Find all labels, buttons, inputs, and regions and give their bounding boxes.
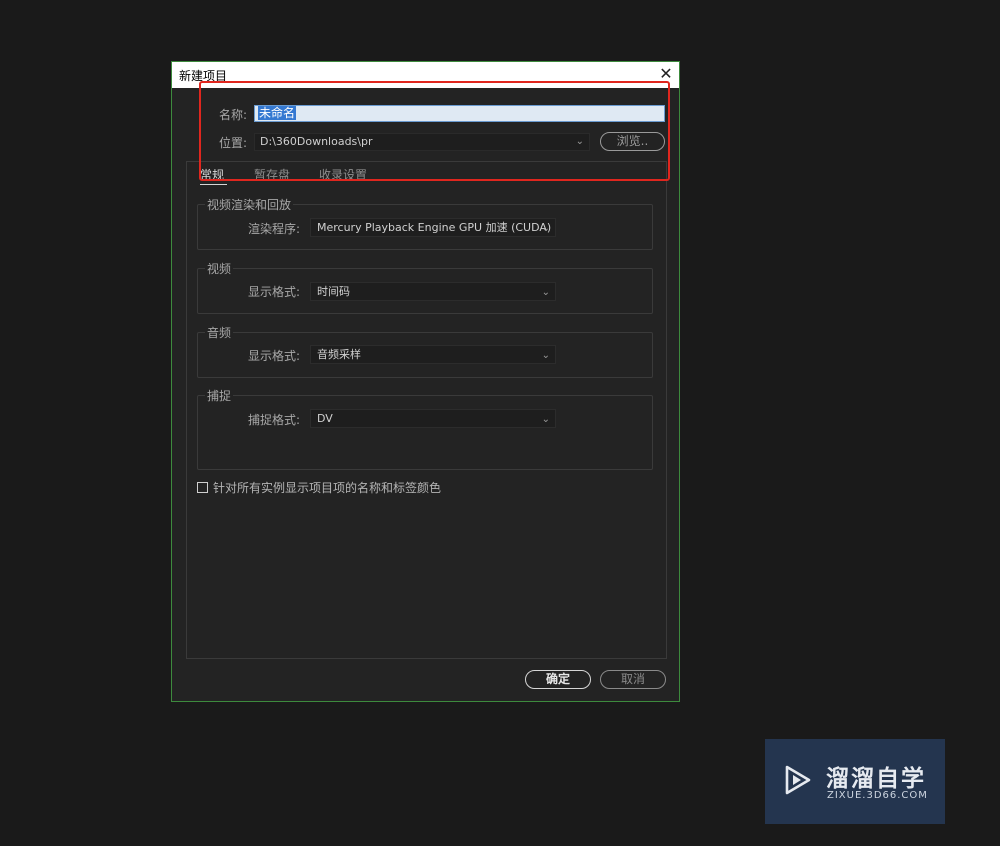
dialog-title: 新建项目 bbox=[179, 69, 228, 83]
location-value: D:\360Downloads\pr bbox=[260, 135, 373, 148]
name-label: 名称: bbox=[219, 108, 248, 122]
show-labels-option[interactable]: 针对所有实例显示项目项的名称和标签颜色 bbox=[197, 479, 441, 496]
capture-format-label: 捕捉格式: bbox=[248, 413, 301, 427]
audio-display-format-select[interactable]: 音频采样 ⌄ bbox=[310, 345, 556, 364]
watermark-logo: 溜溜自学 ZIXUE.3D66.COM bbox=[765, 739, 945, 824]
chevron-down-icon: ⌄ bbox=[541, 287, 550, 298]
tab-general[interactable]: 常规 bbox=[200, 166, 224, 183]
tab-scratch-disks[interactable]: 暂存盘 bbox=[254, 166, 290, 183]
renderer-label: 渲染程序: bbox=[248, 222, 301, 236]
chevron-down-icon: ⌄ bbox=[575, 136, 584, 147]
capture-group bbox=[197, 395, 653, 470]
chevron-down-icon: ⌄ bbox=[541, 223, 550, 234]
close-icon[interactable]: ✕ bbox=[657, 64, 675, 84]
show-labels-label: 针对所有实例显示项目项的名称和标签颜色 bbox=[213, 481, 442, 495]
video-group-title: 视频 bbox=[205, 260, 234, 277]
capture-format-select[interactable]: DV ⌄ bbox=[310, 409, 556, 428]
watermark-title: 溜溜自学 bbox=[826, 766, 926, 792]
audio-group-title: 音频 bbox=[205, 324, 234, 341]
cancel-button[interactable]: 取消 bbox=[600, 670, 666, 689]
active-tab-indicator bbox=[200, 184, 227, 185]
tab-ingest-settings[interactable]: 收录设置 bbox=[319, 166, 367, 183]
chevron-down-icon: ⌄ bbox=[541, 414, 550, 425]
dialog-titlebar: 新建项目 ✕ bbox=[172, 62, 679, 88]
video-render-group-title: 视频渲染和回放 bbox=[205, 196, 294, 213]
video-display-format-value: 时间码 bbox=[317, 285, 350, 298]
capture-format-value: DV bbox=[317, 412, 333, 425]
name-input-value: 未命名 bbox=[258, 106, 297, 120]
show-labels-checkbox[interactable] bbox=[197, 482, 208, 493]
watermark-subtitle: ZIXUE.3D66.COM bbox=[827, 790, 928, 801]
ok-button[interactable]: 确定 bbox=[525, 670, 591, 689]
location-select[interactable]: D:\360Downloads\pr ⌄ bbox=[254, 133, 590, 151]
audio-display-format-label: 显示格式: bbox=[248, 349, 301, 363]
location-label: 位置: bbox=[219, 136, 248, 150]
name-input[interactable]: 未命名 bbox=[254, 105, 665, 122]
audio-display-format-value: 音频采样 bbox=[317, 348, 361, 361]
capture-group-title: 捕捉 bbox=[205, 387, 234, 404]
video-display-format-label: 显示格式: bbox=[248, 285, 301, 299]
play-icon bbox=[785, 765, 811, 795]
chevron-down-icon: ⌄ bbox=[541, 350, 550, 361]
browse-button[interactable]: 浏览.. bbox=[600, 132, 665, 151]
new-project-dialog: 新建项目 ✕ 名称: 未命名 位置: D:\360Downloads\pr ⌄ … bbox=[171, 61, 680, 702]
renderer-value: Mercury Playback Engine GPU 加速 (CUDA) bbox=[317, 221, 552, 234]
video-display-format-select[interactable]: 时间码 ⌄ bbox=[310, 282, 556, 301]
renderer-select[interactable]: Mercury Playback Engine GPU 加速 (CUDA) ⌄ bbox=[310, 218, 556, 237]
